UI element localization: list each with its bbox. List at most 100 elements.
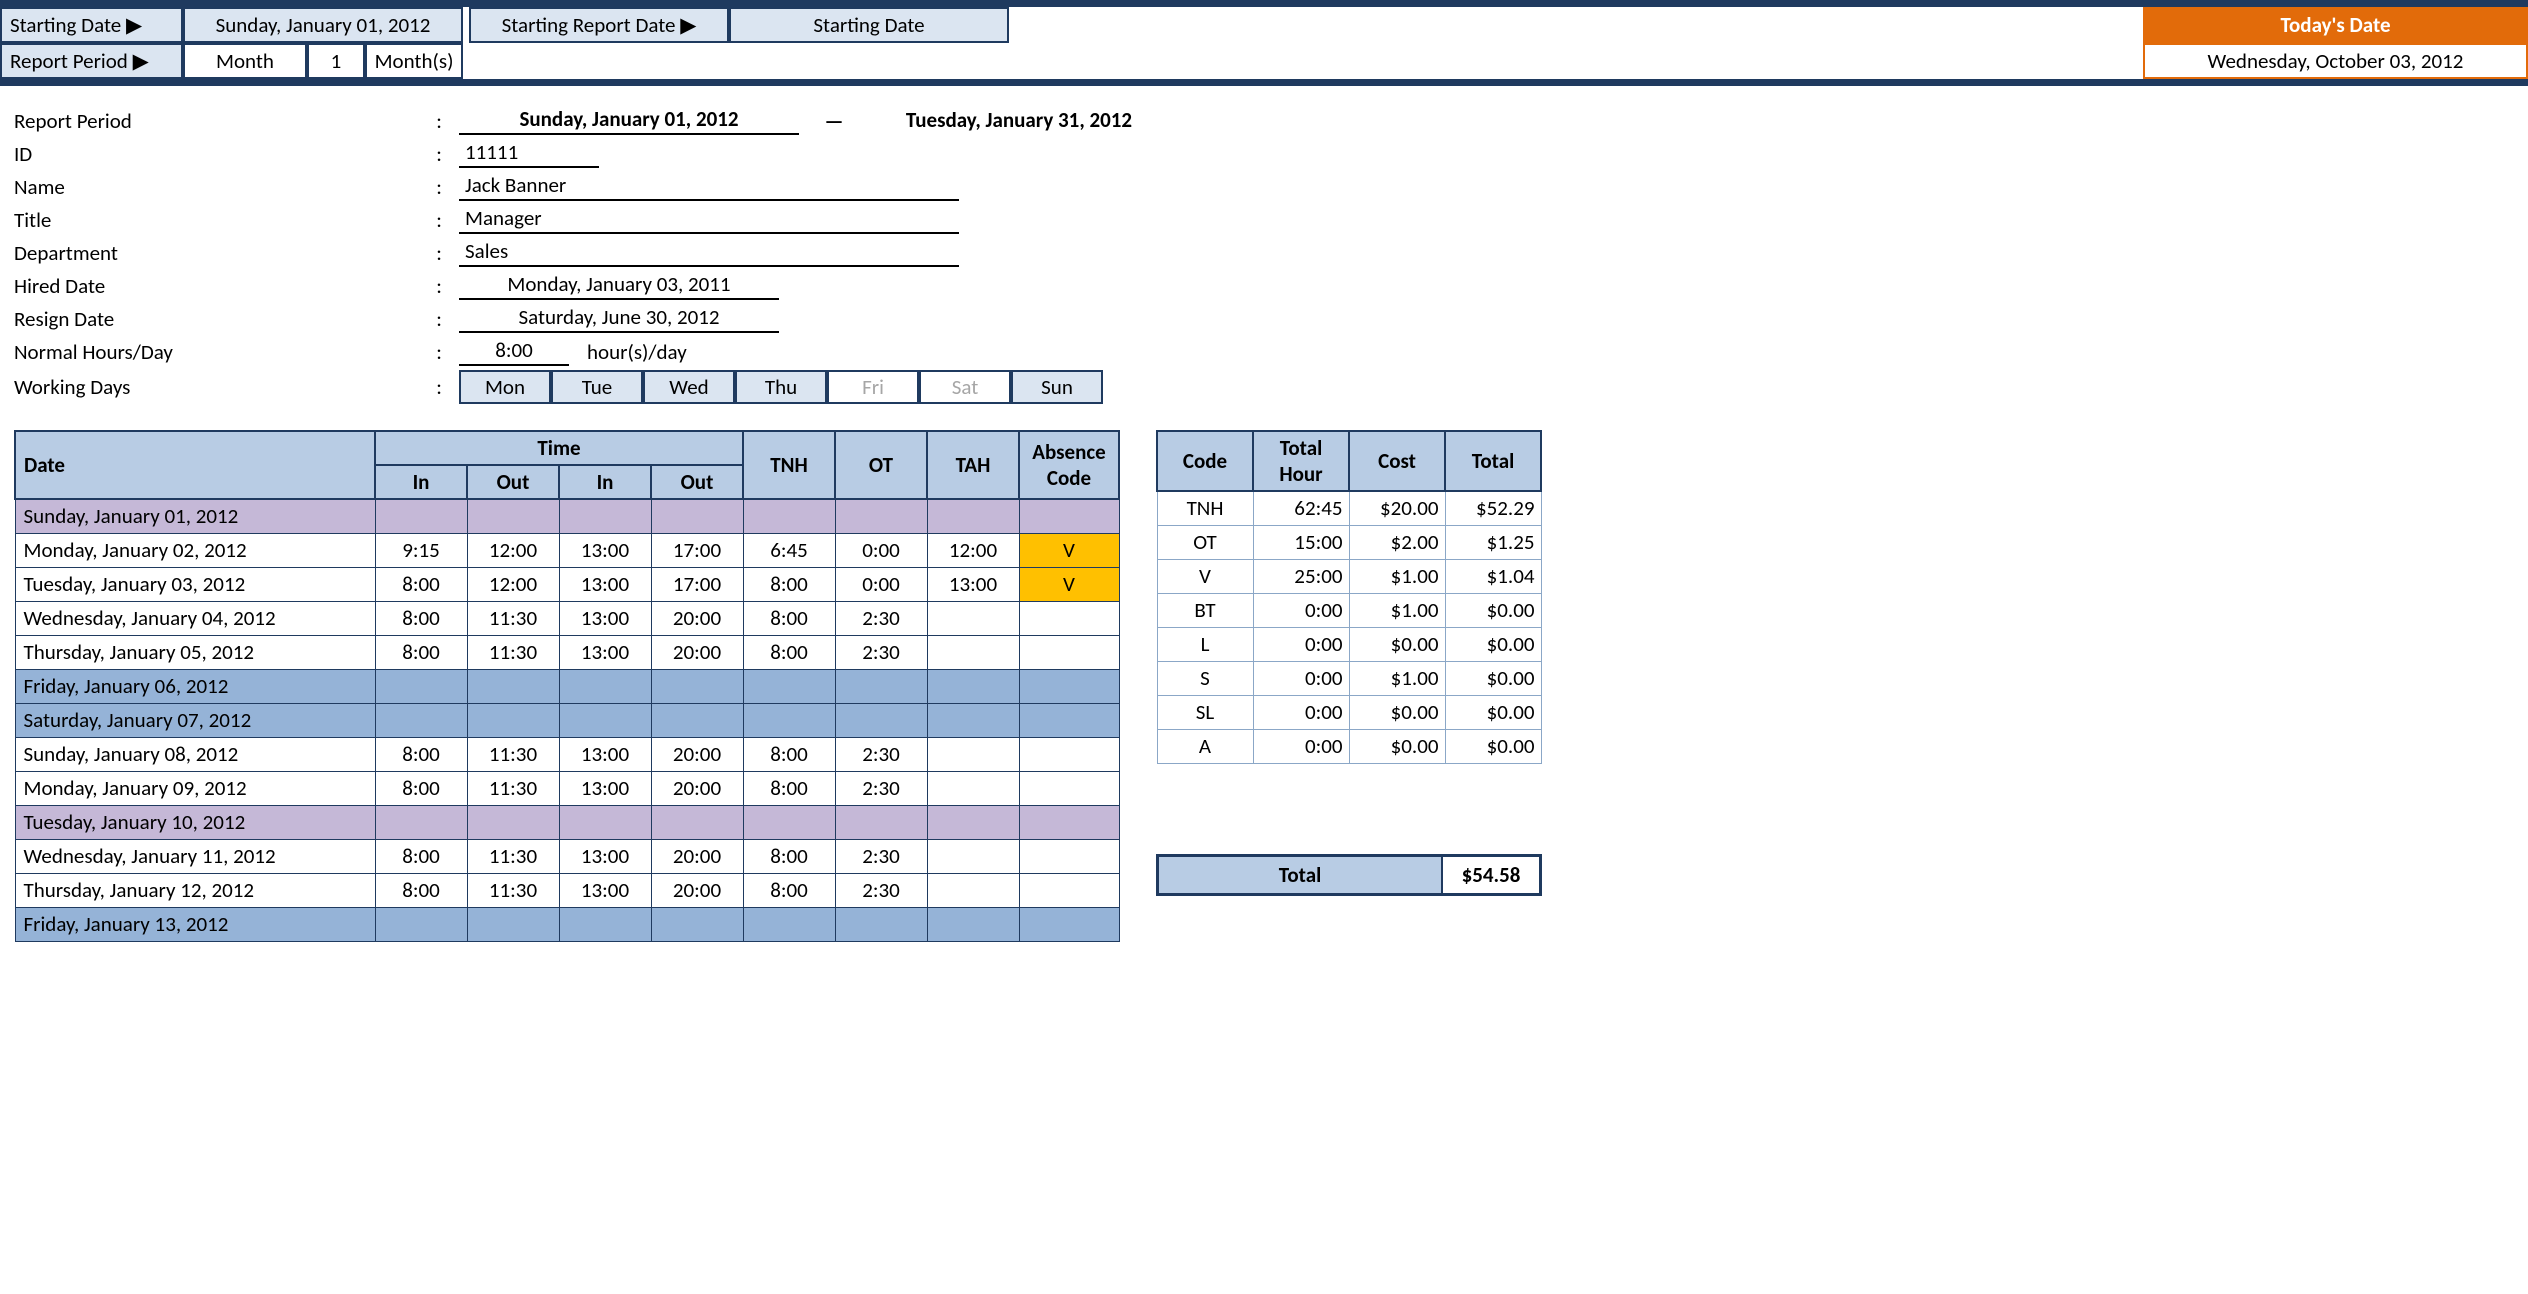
cell[interactable] (743, 499, 835, 533)
cell[interactable]: Friday, January 06, 2012 (15, 669, 375, 703)
cell[interactable] (651, 669, 743, 703)
cell[interactable]: Friday, January 13, 2012 (15, 907, 375, 941)
absence-cell[interactable]: V (1019, 567, 1119, 601)
absence-cell[interactable] (1019, 839, 1119, 873)
cell[interactable]: 13:00 (559, 873, 651, 907)
cell[interactable] (927, 839, 1019, 873)
cell[interactable]: 20:00 (651, 737, 743, 771)
cell[interactable] (375, 669, 467, 703)
cell[interactable]: Monday, January 02, 2012 (15, 533, 375, 567)
cell[interactable]: Wednesday, January 04, 2012 (15, 601, 375, 635)
cell[interactable] (835, 805, 927, 839)
cell[interactable]: 11:30 (467, 839, 559, 873)
cell[interactable] (375, 907, 467, 941)
cell[interactable] (375, 703, 467, 737)
cell[interactable]: Saturday, January 07, 2012 (15, 703, 375, 737)
cell[interactable]: 8:00 (743, 737, 835, 771)
cell[interactable]: 8:00 (743, 567, 835, 601)
cell[interactable]: 20:00 (651, 771, 743, 805)
cell[interactable] (559, 499, 651, 533)
cell[interactable] (467, 805, 559, 839)
cell[interactable] (835, 703, 927, 737)
cell[interactable]: 13:00 (559, 567, 651, 601)
cell[interactable] (835, 669, 927, 703)
absence-cell[interactable] (1019, 635, 1119, 669)
cell[interactable]: 0:00 (835, 533, 927, 567)
cell[interactable]: 11:30 (467, 873, 559, 907)
cell[interactable]: 2:30 (835, 635, 927, 669)
cell[interactable]: 2:30 (835, 737, 927, 771)
cell[interactable] (559, 907, 651, 941)
cell[interactable]: 8:00 (375, 567, 467, 601)
cell[interactable] (927, 805, 1019, 839)
cell[interactable]: Sunday, January 08, 2012 (15, 737, 375, 771)
absence-cell[interactable] (1019, 601, 1119, 635)
cell[interactable]: 8:00 (743, 873, 835, 907)
starting-report-value[interactable]: Starting Date (729, 7, 1009, 43)
cell[interactable] (743, 703, 835, 737)
cell[interactable]: 17:00 (651, 533, 743, 567)
starting-date-value[interactable]: Sunday, January 01, 2012 (183, 7, 463, 43)
cell[interactable]: 11:30 (467, 771, 559, 805)
report-unit[interactable]: Month (183, 43, 307, 79)
cell[interactable] (467, 907, 559, 941)
cell[interactable] (651, 907, 743, 941)
cell[interactable] (835, 499, 927, 533)
absence-cell[interactable] (1019, 499, 1119, 533)
absence-cell[interactable] (1019, 737, 1119, 771)
cell[interactable]: Tuesday, January 10, 2012 (15, 805, 375, 839)
absence-cell[interactable] (1019, 873, 1119, 907)
cell[interactable]: Thursday, January 05, 2012 (15, 635, 375, 669)
cell[interactable] (835, 907, 927, 941)
cell[interactable]: 8:00 (743, 771, 835, 805)
cell[interactable]: 11:30 (467, 635, 559, 669)
cell[interactable] (927, 669, 1019, 703)
cell[interactable]: 8:00 (375, 601, 467, 635)
cell[interactable]: 13:00 (559, 635, 651, 669)
cell[interactable] (743, 907, 835, 941)
cell[interactable]: Monday, January 09, 2012 (15, 771, 375, 805)
cell[interactable]: 8:00 (375, 873, 467, 907)
cell[interactable] (927, 771, 1019, 805)
cell[interactable] (651, 805, 743, 839)
report-count[interactable]: 1 (307, 43, 365, 79)
cell[interactable]: 2:30 (835, 771, 927, 805)
cell[interactable]: 17:00 (651, 567, 743, 601)
cell[interactable] (927, 499, 1019, 533)
cell[interactable]: 8:00 (375, 635, 467, 669)
cell[interactable]: 2:30 (835, 873, 927, 907)
cell[interactable] (927, 601, 1019, 635)
cell[interactable]: 13:00 (927, 567, 1019, 601)
cell[interactable] (927, 703, 1019, 737)
absence-cell[interactable] (1019, 669, 1119, 703)
cell[interactable]: 12:00 (467, 533, 559, 567)
cell[interactable]: 13:00 (559, 533, 651, 567)
cell[interactable]: 8:00 (743, 839, 835, 873)
cell[interactable]: 20:00 (651, 873, 743, 907)
absence-cell[interactable] (1019, 907, 1119, 941)
cell[interactable]: 0:00 (835, 567, 927, 601)
cell[interactable] (651, 703, 743, 737)
cell[interactable] (651, 499, 743, 533)
cell[interactable]: 12:00 (927, 533, 1019, 567)
cell[interactable]: Wednesday, January 11, 2012 (15, 839, 375, 873)
cell[interactable]: 8:00 (743, 635, 835, 669)
cell[interactable]: 11:30 (467, 601, 559, 635)
cell[interactable] (375, 499, 467, 533)
cell[interactable]: 9:15 (375, 533, 467, 567)
cell[interactable] (559, 805, 651, 839)
cell[interactable]: 13:00 (559, 737, 651, 771)
absence-cell[interactable] (1019, 771, 1119, 805)
cell[interactable] (743, 805, 835, 839)
cell[interactable]: 8:00 (743, 601, 835, 635)
cell[interactable]: 6:45 (743, 533, 835, 567)
cell[interactable]: 13:00 (559, 771, 651, 805)
cell[interactable]: 20:00 (651, 601, 743, 635)
cell[interactable]: 8:00 (375, 839, 467, 873)
cell[interactable] (467, 499, 559, 533)
absence-cell[interactable] (1019, 703, 1119, 737)
cell[interactable]: 13:00 (559, 601, 651, 635)
cell[interactable] (927, 635, 1019, 669)
cell[interactable] (559, 703, 651, 737)
absence-cell[interactable] (1019, 805, 1119, 839)
